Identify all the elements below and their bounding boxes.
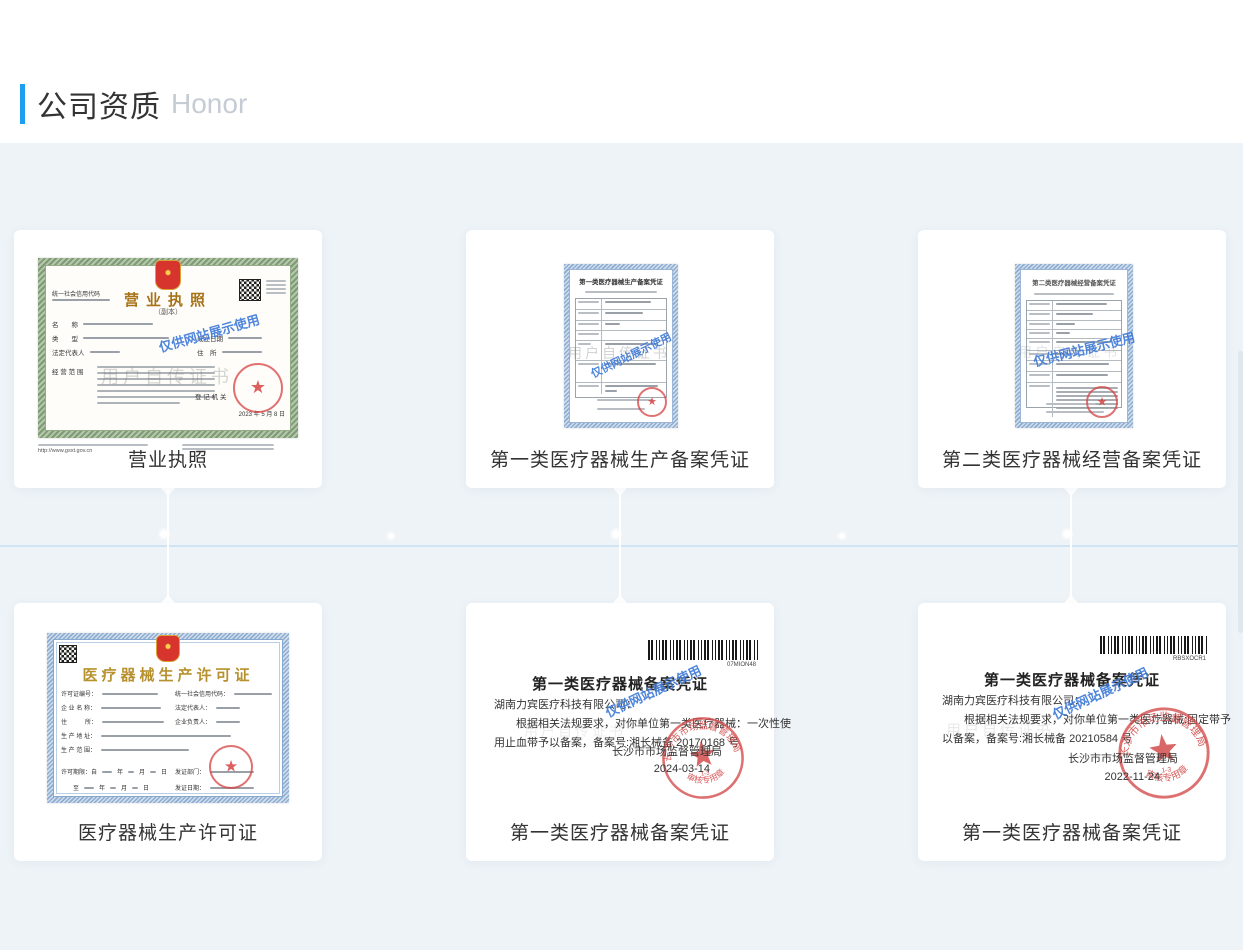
watermark-user-upload: 用户自传证书 (101, 363, 233, 389)
card-caption: 营业执照 (14, 445, 322, 472)
field-term-to: 至 (73, 783, 79, 792)
document-title: 第一类医疗器械备案凭证 (466, 673, 774, 694)
document-issuer: 长沙市市场监督管理局 (612, 743, 722, 759)
barcode (648, 640, 758, 660)
field-credit-code: 统一社会信用代码： (175, 689, 229, 698)
page: 公司资质 Honor 营业执照 (0, 0, 1243, 950)
red-seal-stamp (209, 745, 253, 789)
document-date: 2024-03-14 (654, 763, 710, 775)
section-header: 公司资质 Honor (20, 82, 247, 126)
field-term: 许可期限：自 (61, 767, 97, 776)
card-caption: 第一类医疗器械备案凭证 (918, 818, 1226, 845)
license-title: 医疗器械生产许可证 (53, 664, 283, 685)
red-seal-stamp (1086, 386, 1118, 418)
field-scope: 生 产 范 围： (61, 745, 96, 754)
field-name-label: 名 称 (52, 319, 78, 329)
watermark-user-upload: 用户自传证书 (524, 721, 626, 741)
filing-title: 第二类医疗器械经营备案凭证 (1024, 278, 1123, 287)
field-license-no: 许可证编号： (61, 689, 97, 698)
section-title: 公司资质 (37, 82, 161, 126)
field-legal-label: 法定代表人 (52, 347, 85, 357)
issuer-label: 登 记 机 关 (195, 391, 226, 401)
certificate-card-class1-production-filing[interactable]: 第一类医疗器械生产备案凭证 仅供网站展示使用 (466, 230, 774, 488)
production-license-image: 医疗器械生产许可证 许可证编号： 统一社会信用代码： 企 业 名 称： (47, 633, 289, 803)
connector-line (167, 488, 169, 603)
qr-side-text (266, 278, 286, 296)
field-type-label: 类 型 (52, 333, 78, 343)
timeline-node (839, 533, 845, 539)
connector-arrow-up (1064, 595, 1078, 603)
honor-panel: 营业执照 （副本） 统一社会信用代码 名 称 (0, 143, 1243, 950)
connector-arrow-up (161, 595, 175, 603)
certificate-card-production-license[interactable]: 医疗器械生产许可证 许可证编号： 统一社会信用代码： 企 业 名 称： (14, 603, 322, 861)
certificate-card-business-license[interactable]: 营业执照 （副本） 统一社会信用代码 名 称 (14, 230, 322, 488)
connector-line (619, 488, 621, 603)
red-seal-stamp (637, 387, 667, 417)
section-subtitle: Honor (171, 88, 247, 120)
field-dept: 发证部门： (175, 767, 205, 776)
connector-arrow-up (613, 595, 627, 603)
national-emblem-icon (156, 635, 180, 662)
scrollbar[interactable] (1238, 351, 1243, 633)
document-issuer: 长沙市市场监督管理局 (1068, 750, 1178, 766)
filing-title: 第一类医疗器械生产备案凭证 (573, 277, 669, 286)
credit-code-label: 统一社会信用代码 (52, 289, 100, 298)
field-issue-date: 发证日期： (175, 783, 205, 792)
connector-line (1070, 488, 1072, 603)
field-scope-label: 经 营 范 围 (52, 369, 83, 376)
timeline-connector (158, 488, 178, 603)
barcode-code: RBSXOCR1 (1173, 656, 1206, 662)
certificate-card-class2-operation-filing[interactable]: 第二类医疗器械经营备案凭证 (918, 230, 1226, 488)
field-site: 生 产 地 址： (61, 731, 96, 740)
national-emblem-icon (155, 260, 181, 290)
timeline-node (388, 533, 394, 539)
business-license-image: 营业执照 （副本） 统一社会信用代码 名 称 (38, 258, 298, 438)
barcode-code: 07MION48 (727, 662, 756, 668)
field-head: 企业负责人： (175, 717, 211, 726)
document-date: 2022-11-24 (1105, 771, 1160, 783)
document-title: 第一类医疗器械备案凭证 (918, 669, 1226, 690)
credit-code-value (52, 299, 110, 301)
field-residence: 住 所： (61, 717, 97, 726)
field-address-label: 住 所 (197, 347, 217, 357)
field-company-name: 企 业 名 称： (61, 703, 96, 712)
card-caption: 第一类医疗器械生产备案凭证 (466, 445, 774, 472)
field-legal-rep: 法定代表人： (175, 703, 211, 712)
timeline-connector (1061, 488, 1081, 603)
certificate-card-class1-filing-a[interactable]: 07MION48 第一类医疗器械备案凭证 湖南力宾医疗科技有限公司： 根据相关法… (466, 603, 774, 861)
red-seal-stamp (233, 363, 283, 413)
qr-code (239, 279, 261, 301)
svg-text:1-3: 1-3 (1161, 766, 1172, 774)
qr-code (59, 645, 77, 663)
accent-bar (20, 84, 25, 124)
card-caption: 第一类医疗器械备案凭证 (466, 818, 774, 845)
watermark-user-upload: 用户自传证书 (1018, 342, 1120, 362)
card-caption: 医疗器械生产许可证 (14, 818, 322, 845)
watermark-user-upload: 用户自传证书 (946, 719, 1054, 740)
timeline-connector (610, 488, 630, 603)
barcode (1100, 636, 1208, 654)
watermark-user-upload: 用户自传证书 (568, 343, 670, 363)
certificate-card-class1-filing-b[interactable]: RBSXOCR1 第一类医疗器械备案凭证 湖南力宾医疗科技有限公司： 根据相关法… (918, 603, 1226, 861)
card-caption: 第二类医疗器械经营备案凭证 (918, 445, 1226, 472)
